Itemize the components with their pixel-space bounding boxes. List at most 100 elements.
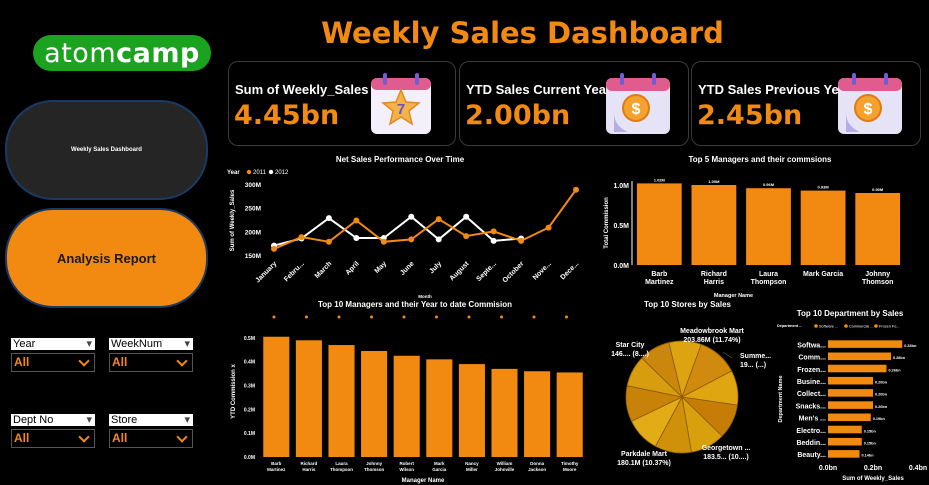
slicer-weeknum[interactable]: WeekNum All — [109, 338, 193, 372]
x-tick-label: Donna — [530, 461, 544, 466]
data-label: 0.93M — [818, 185, 830, 190]
data-label: 0.15bn — [864, 429, 877, 433]
x-tick-label: Richard — [301, 461, 318, 466]
bar — [636, 183, 682, 265]
x-tick-label: Wilson — [399, 467, 414, 472]
series-point-2011 — [380, 238, 387, 245]
data-label: 0.20bn — [875, 405, 888, 409]
y-tick-label: Busine... — [797, 379, 826, 386]
bar — [855, 193, 901, 265]
x-tick-label: August — [449, 260, 471, 282]
y-tick-label: Men's ... — [799, 416, 826, 423]
top5-managers-bar-chart: 0.0M0.5M1.0MTotal Commission1.02MBarbMar… — [604, 177, 901, 299]
legend-label: 2012 — [275, 170, 289, 176]
legend-dot — [272, 315, 276, 319]
top10-stores-pie-chart: Meadowbrook Mart 203.86M (11.74%) Summe...… — [611, 328, 771, 467]
legend-dot — [532, 315, 536, 319]
series-point-2011 — [490, 228, 497, 235]
series-point-2011 — [271, 245, 277, 252]
x-tick-label: Jackson — [528, 467, 546, 472]
svg-text:$: $ — [632, 101, 641, 118]
y-tick-label: Comm... — [798, 355, 826, 362]
y-tick-label: 250M — [245, 206, 261, 213]
pie-label-value: 203.86M (11.74%) — [683, 337, 740, 344]
bar — [828, 413, 871, 422]
x-tick-label: Nove... — [532, 260, 553, 281]
bar — [828, 389, 873, 397]
bar — [828, 364, 887, 373]
data-label: 1.00M — [708, 179, 720, 184]
bar — [828, 340, 903, 348]
series-point-2011 — [463, 233, 470, 240]
y-tick-label: 0.0M — [244, 455, 255, 461]
x-tick-label: Septe... — [475, 260, 498, 283]
x-tick-label: 0.0bn — [819, 465, 837, 472]
series-point-2011 — [435, 216, 442, 223]
x-tick-label: Timothy — [561, 461, 579, 466]
slicer-dept-no-dropdown[interactable]: All — [11, 429, 95, 448]
series-point-2012 — [490, 237, 497, 244]
kpi-label: YTD Sales Previous Year — [698, 82, 851, 97]
bar — [828, 437, 862, 446]
legend-dot — [337, 315, 341, 319]
x-tick-label: Mark Garcia — [803, 271, 843, 278]
series-point-2012 — [408, 213, 415, 220]
y-axis-label: Department Name — [778, 375, 784, 422]
y-tick-label: 1.0M — [613, 183, 629, 190]
x-tick-label: 0.2bn — [864, 465, 882, 472]
x-tick-label: Thompson — [330, 467, 353, 472]
slicer-year-dropdown[interactable]: All — [11, 353, 95, 372]
series-point-2012 — [353, 235, 360, 242]
nav-analysis-report-label: Analysis Report — [57, 250, 156, 266]
dept-chart-title: Top 10 Department by Sales — [796, 309, 904, 318]
series-point-2012 — [325, 215, 332, 222]
kpi-card-ytd-current: YTD Sales Current Year 2.00bn $ — [459, 61, 689, 146]
nav-dashboard-button[interactable]: Weekly Sales Dashboard — [5, 100, 208, 200]
bar — [828, 401, 873, 409]
x-axis-label: Manager Name — [402, 478, 445, 484]
series-line-2011 — [273, 189, 577, 250]
x-tick-label: Dece... — [559, 260, 580, 281]
bar — [828, 376, 873, 385]
slicer-dept-no[interactable]: Dept No All — [11, 414, 95, 448]
x-tick-label: Febru... — [283, 260, 306, 283]
x-tick-label: Martinez — [267, 467, 286, 472]
bar — [458, 364, 485, 457]
bar — [426, 359, 453, 457]
x-tick-label: March — [314, 260, 334, 280]
y-tick-label: 150M — [245, 253, 261, 260]
legend-title: Year — [227, 170, 240, 176]
x-tick-label: January — [254, 260, 278, 284]
calendar-badge-number: 7 — [397, 101, 405, 118]
x-tick-label: Johnny — [366, 461, 382, 466]
slicer-store-dropdown[interactable]: All — [109, 429, 193, 448]
y-tick-label: 0.4M — [244, 360, 255, 366]
slicer-store[interactable]: Store All — [109, 414, 193, 448]
legend-label: 2011 — [253, 170, 267, 176]
x-tick-label: Moore — [563, 467, 577, 472]
data-label: 0.14bn — [862, 454, 875, 458]
x-tick-label: 0.4bn — [909, 465, 927, 472]
nav-dashboard-label: Weekly Sales Dashboard — [71, 147, 142, 153]
bar — [828, 352, 891, 361]
kpi-value: 2.45bn — [697, 100, 803, 131]
slicer-year[interactable]: Year All — [11, 338, 95, 372]
x-tick-label: May — [374, 260, 389, 275]
y-tick-label: Electro... — [796, 428, 826, 435]
slicer-weeknum-dropdown[interactable]: All — [109, 353, 193, 372]
star-calendar-icon: 7 — [371, 73, 431, 134]
legend-marker — [814, 324, 818, 328]
x-tick-label: William — [497, 461, 513, 466]
y-tick-label: 0.5M — [613, 223, 629, 230]
x-tick-label: Nancy — [465, 461, 479, 466]
bar — [746, 188, 791, 265]
bar — [800, 190, 846, 265]
pie-chart-title: Top 10 Stores by Sales — [644, 300, 731, 309]
legend-dot — [305, 315, 308, 319]
kpi-card-ytd-previous: YTD Sales Previous Year 2.45bn $ — [691, 61, 921, 146]
y-tick-label: 0.2M — [244, 407, 255, 413]
y-tick-label: Snacks... — [796, 403, 826, 410]
bar — [393, 355, 420, 457]
nav-analysis-report-button[interactable]: Analysis Report — [5, 208, 208, 308]
x-tick-label: Thomson — [364, 467, 384, 472]
